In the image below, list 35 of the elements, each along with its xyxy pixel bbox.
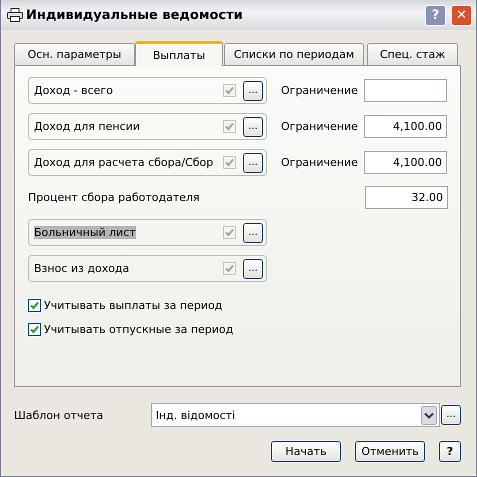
option-label: Доход для расчета сбора/Сбор [34, 156, 214, 169]
limit-field[interactable] [364, 79, 447, 102]
tab[interactable]: Выплаты [135, 41, 223, 66]
limit-field[interactable]: 4,100.00 [364, 115, 447, 138]
percent-label: Процент сбора работодателя [28, 191, 200, 204]
limit-label: Ограничение [281, 120, 359, 133]
checkbox[interactable] [28, 323, 41, 336]
dialog-button[interactable]: ? [439, 441, 461, 462]
option-label: Взнос из дохода [34, 262, 130, 275]
browse-button[interactable]: ... [243, 152, 263, 172]
option-label: Больничный лист [34, 226, 136, 239]
checkbox-label: Учитывать отпускные за период [44, 323, 234, 336]
limit-label: Ограничение [281, 156, 359, 169]
limit-label: Ограничение [281, 84, 359, 97]
dialog-button[interactable]: Начать [271, 441, 341, 462]
browse-button[interactable]: ... [243, 222, 263, 242]
tab[interactable]: Осн. параметры [14, 43, 135, 65]
option-label: Доход для пенсии [34, 120, 141, 133]
percent-field[interactable]: 32.00 [365, 186, 448, 209]
template-dropdown[interactable]: Інд. відомості [150, 403, 440, 427]
tab[interactable]: Спец. стаж [367, 43, 458, 65]
checkbox[interactable] [28, 299, 41, 312]
template-label: Шаблон отчета [14, 408, 104, 422]
printer-icon [7, 8, 23, 22]
close-button[interactable]: ✕ [451, 4, 472, 26]
tab[interactable]: Списки по периодам [224, 43, 364, 65]
checkbox-label: Учитывать выплаты за период [44, 299, 222, 312]
option-label: Доход - всего [34, 84, 114, 97]
browse-button[interactable]: ... [441, 405, 461, 425]
limit-field[interactable]: 4,100.00 [364, 151, 447, 174]
browse-button[interactable]: ... [243, 80, 263, 100]
window-title: Индивидуальные ведомости [26, 8, 244, 22]
browse-button[interactable]: ... [243, 116, 263, 136]
dialog-button[interactable]: Отменить [355, 441, 425, 462]
browse-button[interactable]: ... [243, 258, 263, 278]
